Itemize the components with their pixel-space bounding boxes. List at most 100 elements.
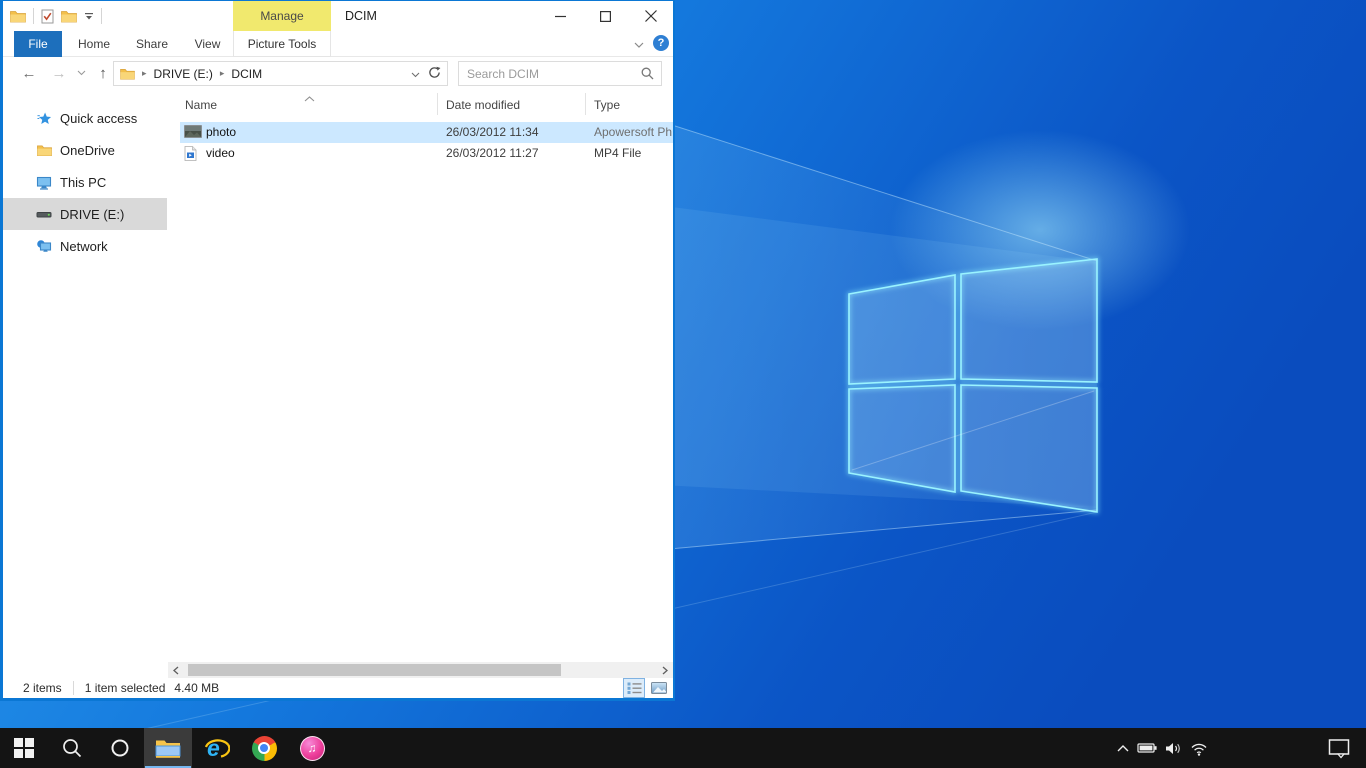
details-view-button[interactable] [623,678,645,698]
breadcrumb-folder[interactable]: DCIM [231,67,262,81]
scroll-right-arrow-icon[interactable] [657,662,673,678]
file-date-modified: 26/03/2012 11:34 [446,125,539,139]
search-icon[interactable] [641,67,661,80]
qat-separator [33,8,34,24]
cortana-button[interactable] [96,728,144,768]
new-folder-button[interactable] [61,10,77,23]
search-input[interactable] [459,67,641,81]
navigation-pane: Quick access OneDrive This PC [3,89,168,662]
show-hidden-icons-chevron-icon[interactable] [1116,743,1130,753]
scrollbar-thumb[interactable] [188,664,561,676]
selection-size: 4.40 MB [174,681,219,695]
column-header-type[interactable]: Type [594,98,620,112]
recent-locations-chevron-icon[interactable] [73,57,89,89]
this-pc-monitor-icon [36,174,52,190]
column-headers: Name Date modified Type [168,89,673,119]
internet-explorer-icon: e [203,735,230,761]
window-title: DCIM [345,9,377,23]
help-button[interactable]: ? [653,35,669,51]
file-explorer-icon [155,738,181,759]
breadcrumb-chevron-icon: ▸ [135,68,154,79]
status-separator [73,681,74,695]
minimize-button[interactable] [538,1,583,31]
up-button[interactable]: ↑ [91,57,115,89]
action-center-button[interactable] [1324,728,1354,768]
scroll-left-arrow-icon[interactable] [168,662,184,678]
scrollbar-track[interactable] [184,662,657,678]
tab-file[interactable]: File [14,31,62,57]
expand-ribbon-chevron-icon[interactable] [633,36,645,54]
close-button[interactable] [628,1,673,31]
video-file-icon [184,146,197,164]
sidebar-item-label: Quick access [60,111,137,126]
column-header-name[interactable]: Name [185,98,217,112]
tab-home[interactable]: Home [70,31,118,57]
desktop: Manage DCIM File Home Share View Picture… [0,0,1366,768]
search-box[interactable] [458,61,662,86]
refresh-button[interactable] [428,66,441,82]
sidebar-item-network[interactable]: Network [3,230,167,262]
itunes-icon: ♫ [300,736,325,761]
file-row-video[interactable]: video 26/03/2012 11:27 MP4 File [168,143,673,164]
file-row-photo[interactable]: photo 26/03/2012 11:34 Apowersoft Pho [180,122,673,143]
titlebar: Manage DCIM [3,1,673,31]
sidebar-item-quick-access[interactable]: Quick access [3,102,167,134]
sidebar-item-label: OneDrive [60,143,115,158]
drive-icon [36,206,52,222]
battery-icon[interactable] [1137,741,1158,755]
sidebar-item-drive-e[interactable]: DRIVE (E:) [3,198,167,230]
tab-view[interactable]: View [185,31,230,57]
manage-contextual-tab[interactable]: Manage [233,1,331,31]
volume-icon[interactable] [1165,741,1183,756]
forward-button[interactable]: → [47,57,71,89]
quick-access-star-icon [36,110,52,126]
column-header-date-modified[interactable]: Date modified [446,98,520,112]
search-icon [62,738,82,758]
file-type: Apowersoft Pho [594,125,672,139]
tab-picture-tools[interactable]: Picture Tools [233,31,331,57]
file-date-modified: 26/03/2012 11:27 [446,146,539,160]
file-name: video [206,146,235,160]
item-count: 2 items [23,681,62,695]
windows-start-icon [14,738,34,758]
onedrive-folder-icon [36,142,52,158]
wifi-icon[interactable] [1190,741,1208,756]
breadcrumb-drive[interactable]: DRIVE (E:) [154,67,213,81]
taskbar-internet-explorer-button[interactable]: e [192,728,240,768]
taskbar-itunes-button[interactable]: ♫ [288,728,336,768]
sidebar-item-this-pc[interactable]: This PC [3,166,167,198]
column-separator[interactable] [585,93,586,115]
system-tray [1116,728,1208,768]
taskbar: e ♫ [0,728,1366,768]
maximize-button[interactable] [583,1,628,31]
file-name: photo [206,125,236,139]
address-bar[interactable]: ▸ DRIVE (E:) ▸ DCIM [113,61,448,86]
sidebar-item-label: Network [60,239,108,254]
sort-ascending-icon [304,91,315,105]
taskbar-file-explorer-button[interactable] [144,728,192,768]
horizontal-scrollbar[interactable] [168,662,673,678]
action-center-icon [1328,738,1350,759]
explorer-window-icon [10,10,26,23]
thumbnails-view-button[interactable] [648,678,670,698]
address-dropdown-chevron-icon[interactable] [411,67,420,81]
ribbon-tab-row: File Home Share View Picture Tools ? [3,31,673,57]
sidebar-item-onedrive[interactable]: OneDrive [3,134,167,166]
customize-qat-button[interactable] [84,12,94,21]
file-type: MP4 File [594,146,672,160]
address-folder-icon [120,68,135,80]
file-list-pane: Name Date modified Type photo 26/03/2012… [168,89,673,662]
tab-share[interactable]: Share [127,31,177,57]
sidebar-item-label: This PC [60,175,106,190]
photo-thumbnail-icon [184,125,202,141]
taskbar-search-button[interactable] [48,728,96,768]
column-separator[interactable] [437,93,438,115]
network-icon [36,238,52,254]
taskbar-chrome-button[interactable] [240,728,288,768]
file-explorer-window: Manage DCIM File Home Share View Picture… [0,0,675,701]
qat-separator [101,8,102,24]
start-button[interactable] [0,728,48,768]
cortana-ring-icon [110,738,130,758]
properties-button[interactable] [41,9,54,24]
back-button[interactable]: ← [17,57,41,89]
